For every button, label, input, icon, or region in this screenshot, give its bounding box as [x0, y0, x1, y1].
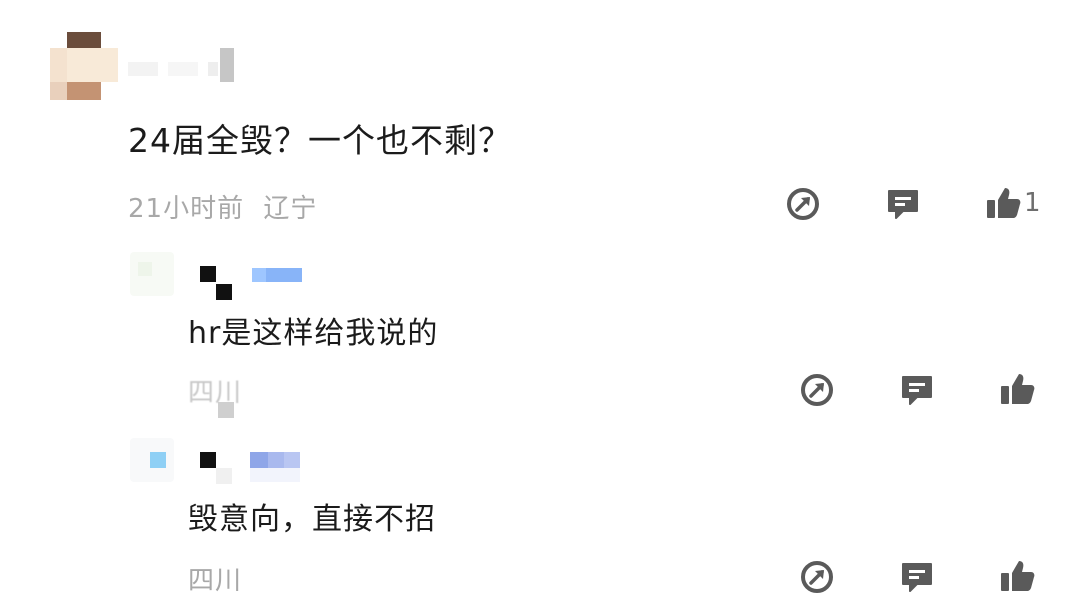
reply-text: 毁意向，直接不招 — [188, 502, 436, 537]
thumbs-up-icon[interactable] — [998, 370, 1038, 410]
comment-text: 24届全毁？一个也不剩？ — [128, 121, 512, 160]
reply-icon[interactable] — [883, 184, 923, 224]
reply-location: 四川 — [188, 566, 243, 596]
thumbs-up-icon[interactable] — [984, 184, 1024, 224]
thumbs-up-icon[interactable] — [998, 557, 1038, 597]
avatar[interactable] — [50, 32, 118, 100]
comment-time: 21小时前 — [128, 194, 245, 224]
like-count: 1 — [1024, 188, 1041, 218]
share-icon[interactable] — [783, 184, 823, 224]
comment-location: 辽宁 — [263, 194, 318, 224]
comment-meta: 21小时前 辽宁 — [128, 188, 317, 225]
reply-text: hr是这样给我说的 — [188, 316, 439, 351]
reply-username-censored[interactable] — [200, 266, 310, 302]
reply-icon[interactable] — [897, 557, 937, 597]
share-icon[interactable] — [797, 557, 837, 597]
reply-icon[interactable] — [897, 370, 937, 410]
reply-avatar[interactable] — [130, 438, 174, 482]
share-icon[interactable] — [797, 370, 837, 410]
reply-meta: 四川 — [188, 560, 242, 597]
reply-avatar[interactable] — [130, 252, 174, 296]
reply-username-censored[interactable] — [200, 452, 310, 488]
username-censored[interactable] — [128, 48, 238, 84]
censor-block — [218, 402, 234, 418]
